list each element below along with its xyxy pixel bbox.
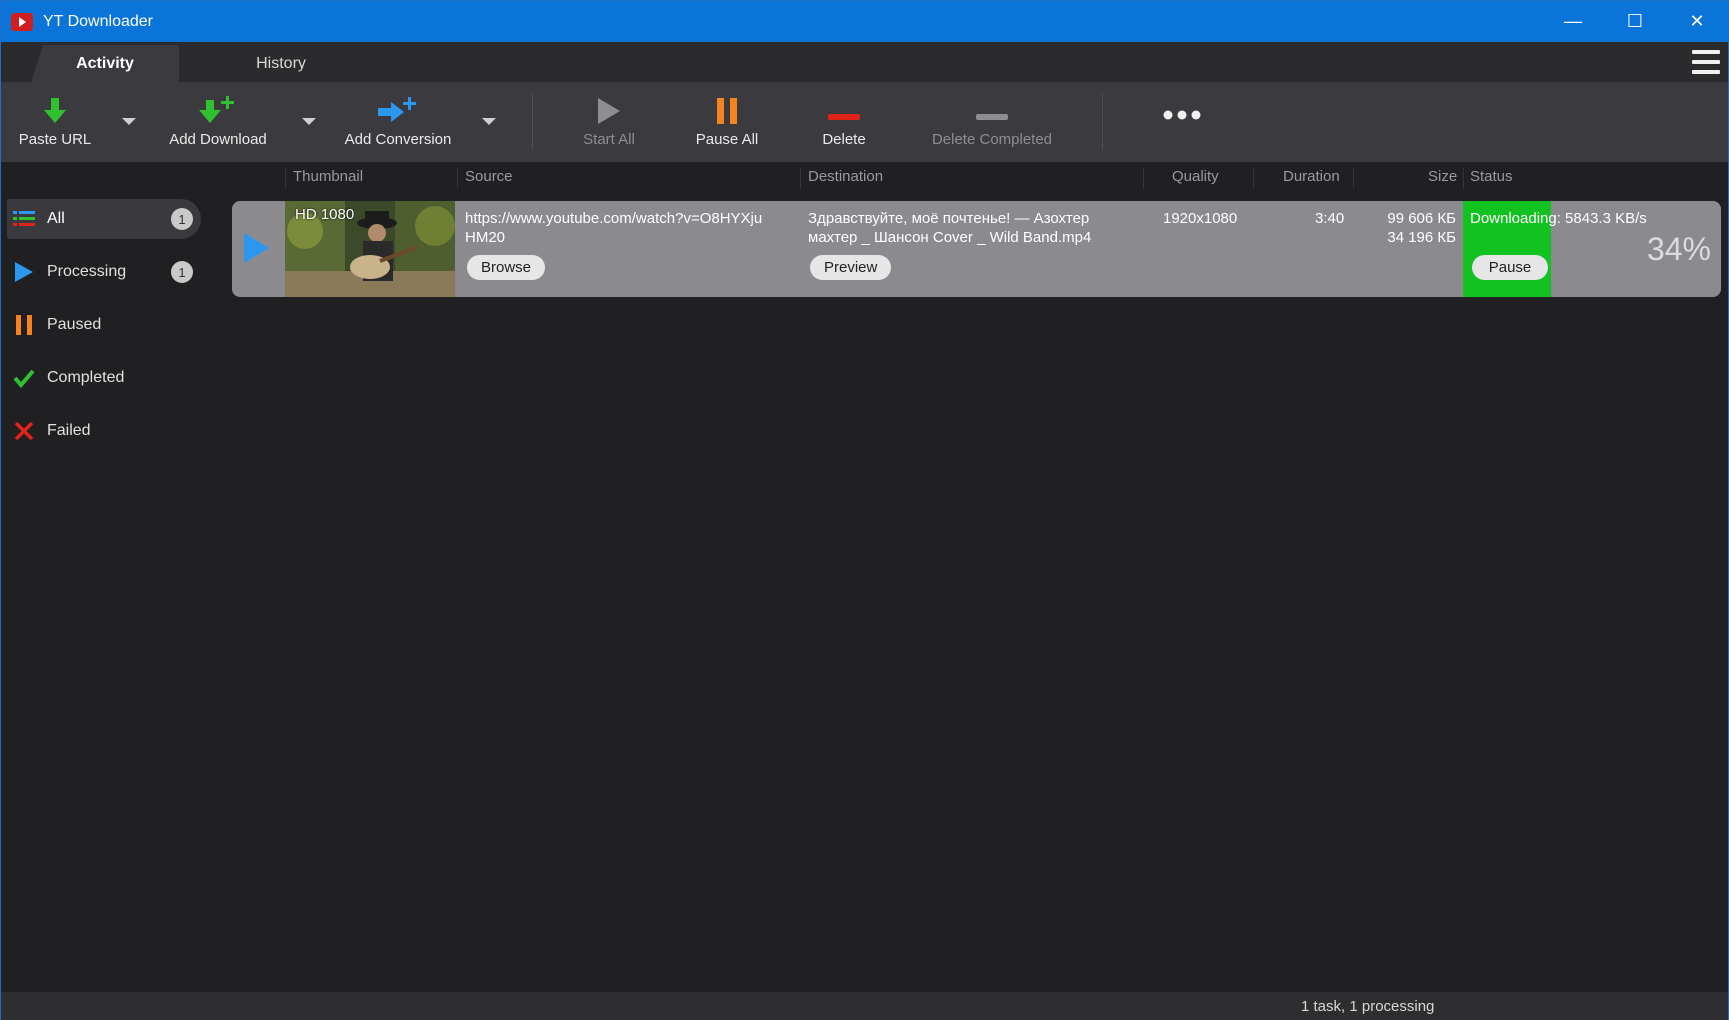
add-conversion-button[interactable]: Add Conversion <box>338 82 458 162</box>
download-arrow-icon <box>43 82 67 126</box>
sidebar-item-processing[interactable]: Processing 1 <box>7 252 201 292</box>
tab-history[interactable]: History <box>221 45 341 82</box>
app-window: YT Downloader — ☐ ✕ Activity History Pas… <box>0 0 1729 1020</box>
minus-icon <box>827 82 861 126</box>
delete-completed-button[interactable]: Delete Completed <box>917 82 1067 162</box>
progress-percent: 34% <box>1646 231 1711 267</box>
column-thumbnail[interactable]: Thumbnail <box>293 168 363 185</box>
add-download-icon <box>196 82 240 126</box>
delete-button[interactable]: Delete <box>804 82 884 162</box>
add-download-button[interactable]: Add Download <box>161 82 275 162</box>
status-summary: 1 task, 1 processing <box>1301 998 1435 1015</box>
play-icon[interactable] <box>244 233 269 263</box>
toolbar-divider <box>532 94 533 150</box>
tab-bar: Activity History <box>1 42 1728 82</box>
sidebar-item-label: Failed <box>47 422 91 439</box>
duration-value: 3:40 <box>1315 210 1345 227</box>
sidebar-item-paused[interactable]: Paused <box>7 305 201 345</box>
pause-all-button[interactable]: Pause All <box>687 82 767 162</box>
count-badge: 1 <box>171 261 193 283</box>
preview-button[interactable]: Preview <box>810 255 892 280</box>
column-headers: Thumbnail Source Destination Quality Dur… <box>1 162 1728 192</box>
hamburger-menu-icon[interactable] <box>1692 50 1720 74</box>
minus-icon <box>975 82 1009 126</box>
video-thumbnail[interactable]: HD 1080 <box>285 201 455 297</box>
more-button[interactable] <box>1156 82 1208 162</box>
add-conversion-dropdown-icon[interactable] <box>482 118 496 125</box>
minimize-button[interactable]: — <box>1542 1 1604 42</box>
cross-icon <box>13 420 35 442</box>
maximize-button[interactable]: ☐ <box>1604 1 1666 42</box>
count-badge: 1 <box>171 208 193 230</box>
column-quality[interactable]: Quality <box>1172 168 1219 185</box>
column-size[interactable]: Size <box>1428 168 1457 185</box>
column-status[interactable]: Status <box>1470 168 1513 185</box>
sidebar-item-completed[interactable]: Completed <box>7 358 201 398</box>
sidebar-item-label: All <box>47 210 65 227</box>
list-icon <box>13 208 35 230</box>
pause-icon <box>715 82 739 126</box>
browse-button[interactable]: Browse <box>467 255 546 280</box>
destination-file: Здравствуйте, моё почтенье! — Азохтер ма… <box>808 210 1092 246</box>
play-icon <box>13 261 35 283</box>
resolution-badge: HD 1080 <box>295 206 355 223</box>
window-title: YT Downloader <box>43 12 153 30</box>
column-duration[interactable]: Duration <box>1283 168 1340 185</box>
start-all-button[interactable]: Start All <box>569 82 649 162</box>
add-download-dropdown-icon[interactable] <box>302 118 316 125</box>
more-dots-icon <box>1162 82 1202 122</box>
paste-url-dropdown-icon[interactable] <box>122 118 136 125</box>
download-row[interactable]: HD 1080 https://www.youtube.com/watch?v=… <box>232 201 1721 297</box>
add-conversion-icon <box>375 82 421 126</box>
app-logo-icon <box>11 12 33 31</box>
tab-activity[interactable]: Activity <box>31 45 179 82</box>
column-destination[interactable]: Destination <box>808 168 883 185</box>
pause-button[interactable]: Pause <box>1472 255 1548 280</box>
title-bar: YT Downloader — ☐ ✕ <box>1 1 1728 42</box>
sidebar-item-failed[interactable]: Failed <box>7 411 201 451</box>
status-bar: 1 task, 1 processing <box>1 992 1728 1020</box>
check-icon <box>13 367 35 389</box>
paste-url-button[interactable]: Paste URL <box>15 82 95 162</box>
sidebar-item-label: Paused <box>47 316 102 333</box>
play-icon <box>596 82 622 126</box>
status-text: Downloading: 5843.3 KB/s <box>1470 210 1647 227</box>
pause-icon <box>13 314 35 336</box>
column-source[interactable]: Source <box>465 168 513 185</box>
quality-value: 1920x1080 <box>1163 210 1238 227</box>
sidebar-item-label: Processing <box>47 263 127 280</box>
toolbar-divider <box>1102 94 1103 150</box>
toolbar: Paste URL Add Download Add Conversion St… <box>1 82 1728 162</box>
sidebar-item-all[interactable]: All 1 <box>7 199 201 239</box>
sidebar: All 1 Processing 1 Paused Completed Fail… <box>1 192 211 992</box>
close-button[interactable]: ✕ <box>1666 1 1728 42</box>
source-url[interactable]: https://www.youtube.com/watch?v=O8HYXju … <box>465 209 762 247</box>
window-controls: — ☐ ✕ <box>1542 1 1728 42</box>
sidebar-item-label: Completed <box>47 369 125 386</box>
size-values: 99 606 КБ 34 196 КБ <box>1387 210 1456 246</box>
